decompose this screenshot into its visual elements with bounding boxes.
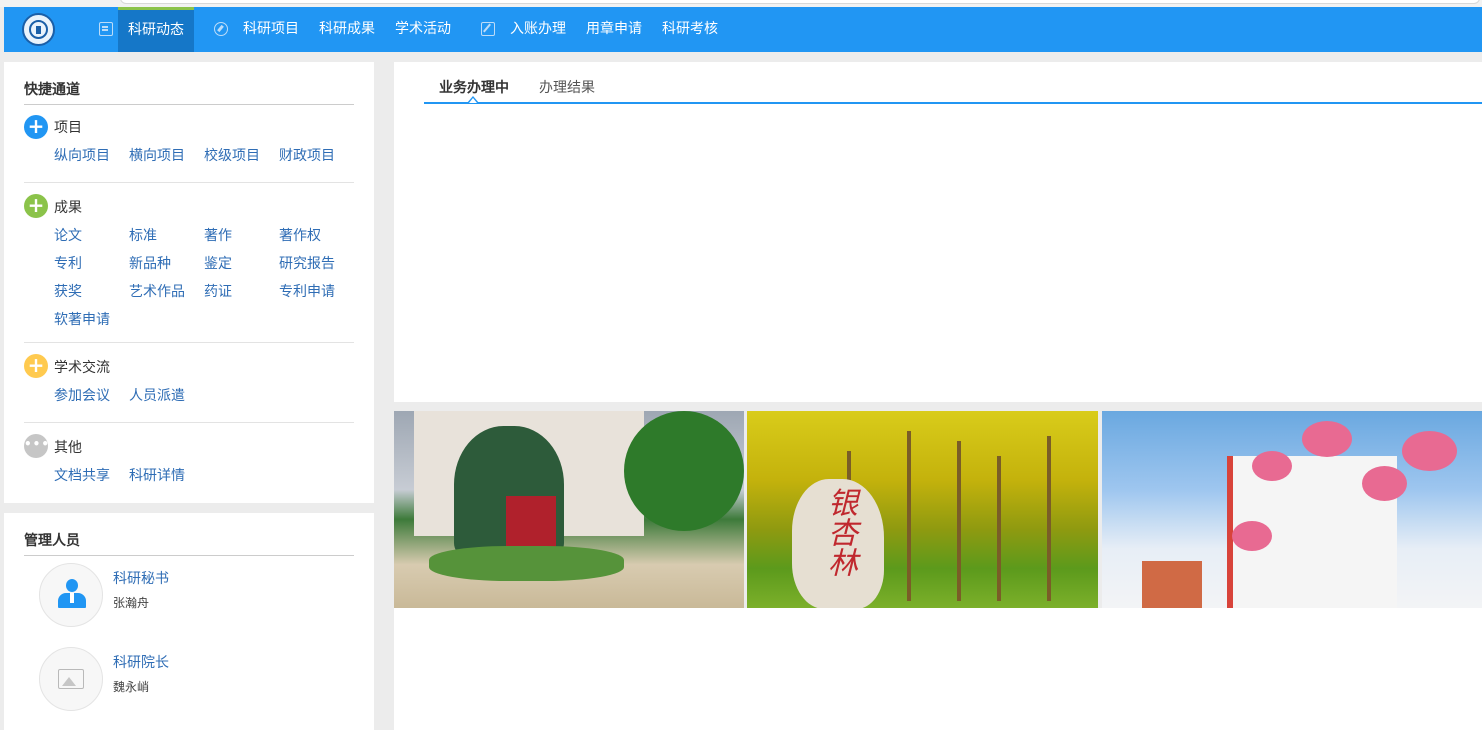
edit-icon	[481, 22, 495, 36]
plus-circle-green-icon: +	[24, 194, 48, 218]
link-drug-certificates[interactable]: 药证	[204, 281, 232, 301]
category-label-results: 成果	[54, 200, 82, 216]
managers-title: 管理人员	[24, 530, 354, 556]
university-logo-icon[interactable]	[22, 13, 55, 46]
top-nav-bar: 科研动态 科研项目 科研成果 学术活动 入账办理 用章申请 科研考核	[4, 7, 1482, 52]
browser-chrome-strip	[0, 0, 1482, 7]
nav-item-academic-activities[interactable]: 学术活动	[395, 7, 451, 52]
link-vertical-projects[interactable]: 纵向项目	[54, 145, 110, 165]
divider	[24, 342, 354, 343]
avatar[interactable]	[39, 647, 103, 711]
manager-name: 张瀚舟	[113, 596, 150, 610]
manager-role[interactable]: 科研院长	[113, 652, 169, 672]
address-bar-edge[interactable]	[120, 0, 1480, 4]
campus-photo-ginkgo-forest[interactable]: 银杏林	[747, 411, 1098, 608]
link-research-details[interactable]: 科研详情	[129, 465, 185, 485]
plus-circle-blue-icon: +	[24, 115, 48, 139]
tab-results[interactable]: 办理结果	[539, 77, 595, 97]
plus-circle-yellow-icon: +	[24, 354, 48, 378]
managers-panel: 管理人员 科研秘书 张瀚舟 科研院长 魏永峭	[4, 513, 374, 730]
divider	[24, 422, 354, 423]
main-bottom-area	[394, 608, 1482, 730]
nav-item-research-assessment[interactable]: 科研考核	[662, 7, 718, 52]
link-appraisal[interactable]: 鉴定	[204, 253, 232, 273]
link-standards[interactable]: 标准	[129, 225, 157, 245]
link-school-projects[interactable]: 校级项目	[204, 145, 260, 165]
manager-role[interactable]: 科研秘书	[113, 568, 169, 588]
quick-access-panel: 快捷通道 + 项目 纵向项目 横向项目 校级项目 财政项目 + 成果 论文 标准…	[4, 62, 374, 503]
category-label-projects: 项目	[54, 120, 82, 136]
link-patents[interactable]: 专利	[54, 253, 82, 273]
nav-item-seal-application[interactable]: 用章申请	[586, 7, 642, 52]
link-research-reports[interactable]: 研究报告	[279, 253, 335, 273]
stone-inscription: 银杏林	[822, 487, 857, 577]
link-conferences[interactable]: 参加会议	[54, 385, 110, 405]
nav-item-research-projects[interactable]: 科研项目	[243, 7, 299, 52]
active-tab-caret	[467, 96, 479, 103]
link-patent-applications[interactable]: 专利申请	[279, 281, 335, 301]
campus-photo-sculpture[interactable]	[394, 411, 744, 608]
divider	[24, 182, 354, 183]
link-software-copyright[interactable]: 软著申请	[54, 309, 110, 329]
avatar[interactable]	[39, 563, 103, 627]
category-label-academic-exchange: 学术交流	[54, 360, 110, 376]
link-books[interactable]: 著作	[204, 225, 232, 245]
nav-item-research-results[interactable]: 科研成果	[319, 7, 375, 52]
link-new-varieties[interactable]: 新品种	[129, 253, 171, 273]
more-circle-gray-icon: •••	[24, 434, 49, 458]
link-horizontal-projects[interactable]: 横向项目	[129, 145, 185, 165]
image-placeholder-icon	[58, 669, 84, 689]
compass-icon	[214, 22, 228, 36]
campus-photo-blossom-tower[interactable]	[1102, 411, 1482, 608]
link-copyright[interactable]: 著作权	[279, 225, 321, 245]
link-art-works[interactable]: 艺术作品	[129, 281, 185, 301]
link-staff-dispatch[interactable]: 人员派遣	[129, 385, 185, 405]
nav-item-research-news[interactable]: 科研动态	[118, 7, 194, 52]
link-awards[interactable]: 获奖	[54, 281, 82, 301]
link-papers[interactable]: 论文	[54, 225, 82, 245]
link-document-sharing[interactable]: 文档共享	[54, 465, 110, 485]
document-icon	[99, 22, 113, 36]
nav-item-account-entry[interactable]: 入账办理	[510, 7, 566, 52]
person-icon	[58, 579, 86, 611]
category-label-others: 其他	[54, 440, 82, 456]
tabs-underline	[424, 102, 1482, 104]
quick-access-title: 快捷通道	[24, 79, 354, 105]
business-panel: 业务办理中 办理结果	[394, 62, 1482, 402]
tab-in-progress[interactable]: 业务办理中	[439, 77, 509, 97]
manager-name: 魏永峭	[113, 680, 150, 694]
link-finance-projects[interactable]: 财政项目	[279, 145, 335, 165]
